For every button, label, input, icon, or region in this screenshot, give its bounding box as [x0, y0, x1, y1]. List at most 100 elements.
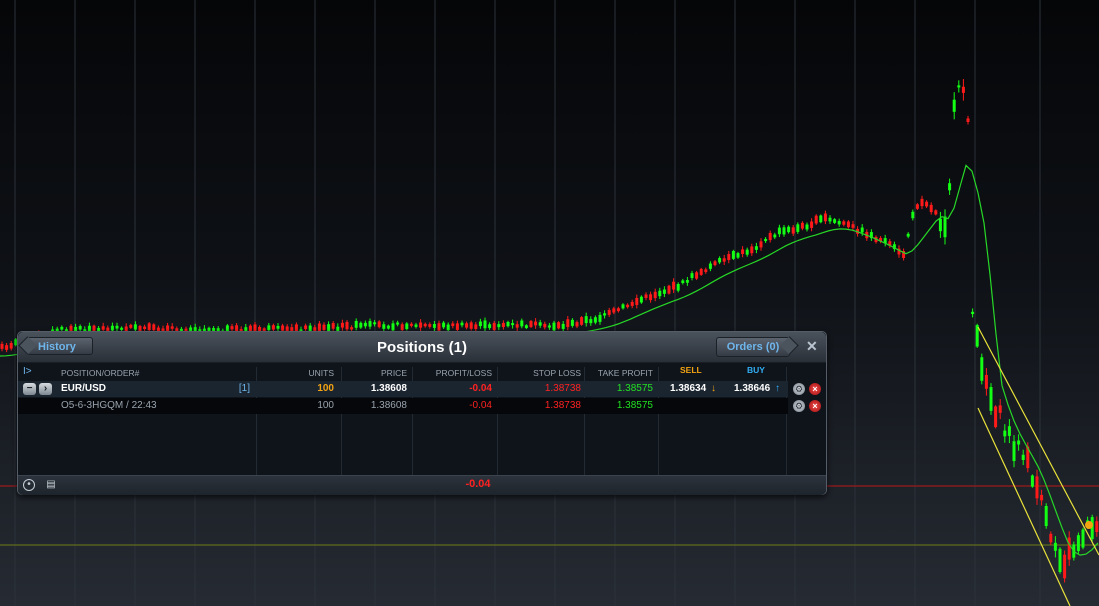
- collapse-icon[interactable]: −: [23, 383, 36, 395]
- candle-body: [386, 325, 390, 329]
- close-icon[interactable]: ✕: [806, 338, 818, 355]
- candle-body: [405, 323, 409, 330]
- chart-grid: [14, 0, 1041, 606]
- price-chart[interactable]: [0, 0, 1099, 606]
- orders-button[interactable]: Orders (0): [716, 337, 790, 357]
- column-header-stop-loss[interactable]: STOP LOSS: [502, 368, 581, 378]
- expand-arrow-icon[interactable]: ›: [39, 383, 52, 395]
- candle-body: [759, 241, 763, 248]
- position-settings-gear-icon[interactable]: ⚙: [793, 383, 805, 395]
- candle-body: [736, 253, 740, 258]
- candle-body: [1003, 430, 1007, 437]
- column-header-price[interactable]: PRICE: [348, 368, 407, 378]
- candle-body: [354, 320, 358, 328]
- candle-body: [662, 289, 666, 294]
- candle-body: [1035, 476, 1039, 499]
- candle-body: [483, 320, 487, 329]
- order-settings-gear-icon[interactable]: ⚙: [793, 400, 805, 412]
- candle-body: [377, 321, 381, 328]
- candle-body: [966, 118, 970, 122]
- candle-body: [115, 325, 119, 329]
- candle-body: [368, 321, 372, 327]
- panel-footer: • ▤ -0.04: [18, 475, 826, 495]
- candle-body: [980, 357, 984, 381]
- position-units: 100: [317, 383, 334, 394]
- candle-body: [998, 405, 1002, 413]
- candle-body: [561, 323, 565, 329]
- column-header-position[interactable]: POSITION/ORDER#: [61, 368, 139, 378]
- expand-columns-icon[interactable]: I>: [23, 366, 32, 377]
- candle-body: [396, 322, 400, 325]
- candle-body: [529, 321, 533, 327]
- candle-body: [672, 281, 676, 290]
- candle-body: [833, 219, 837, 223]
- candle-body: [538, 322, 542, 326]
- candle-body: [557, 322, 561, 329]
- settings-icon[interactable]: •: [23, 479, 35, 491]
- candle-body: [152, 324, 156, 331]
- close-position-icon[interactable]: ×: [809, 383, 821, 395]
- position-count[interactable]: [1]: [208, 381, 250, 397]
- candle-body: [823, 213, 827, 222]
- candle-body: [805, 224, 809, 230]
- candle-body: [810, 221, 814, 228]
- candle-body: [593, 317, 597, 323]
- candle-body: [1007, 426, 1011, 436]
- candle-body: [432, 324, 436, 328]
- column-header-buy[interactable]: BUY: [747, 365, 765, 375]
- position-price: 1.38608: [370, 383, 407, 394]
- candle-body: [713, 261, 717, 266]
- candle-body: [851, 224, 855, 228]
- column-header-units[interactable]: UNITS: [284, 368, 335, 378]
- candle-body: [0, 343, 4, 349]
- column-header-take-profit[interactable]: TAKE PROFIT: [588, 368, 653, 378]
- candle-body: [497, 324, 501, 328]
- order-price: 1.38608: [370, 400, 407, 411]
- candle-body: [501, 322, 505, 328]
- candle-body: [630, 301, 634, 306]
- candle-body: [603, 313, 607, 316]
- candle-body: [1040, 494, 1044, 501]
- order-row[interactable]: O5-6-3HGQM / 22:43 100 1.38608 -0.04 1.3…: [18, 398, 788, 414]
- candle-body: [607, 310, 611, 315]
- candle-body: [414, 324, 418, 327]
- candle-body: [938, 218, 942, 232]
- panel-titlebar: History Positions (1) Orders (0) ✕: [18, 332, 826, 363]
- candle-body: [78, 326, 82, 330]
- order-stop-loss[interactable]: 1.38738: [502, 398, 581, 414]
- position-stop-loss[interactable]: 1.38738: [502, 381, 581, 397]
- candle-body: [391, 323, 395, 331]
- candle-body: [777, 227, 781, 235]
- candle-body: [837, 220, 841, 225]
- candle-body: [842, 221, 846, 225]
- candle-body: [791, 227, 795, 234]
- order-take-profit[interactable]: 1.38575: [588, 398, 653, 414]
- sell-price[interactable]: 1.38634: [670, 381, 706, 397]
- candle-body: [363, 322, 367, 327]
- candle-body: [718, 258, 722, 263]
- candle-body: [129, 324, 133, 328]
- buy-price[interactable]: 1.38646: [734, 381, 770, 397]
- column-header-profit-loss[interactable]: PROFIT/LOSS: [416, 368, 492, 378]
- candle-body: [727, 254, 731, 261]
- candle-body: [322, 324, 326, 331]
- candle-body: [520, 320, 524, 327]
- order-units: 100: [317, 400, 334, 411]
- column-header-sell[interactable]: SELL: [680, 365, 702, 375]
- candle-body: [1058, 548, 1062, 572]
- candle-body: [451, 323, 455, 327]
- candle-body: [800, 222, 804, 229]
- candle-body: [1030, 475, 1034, 487]
- candle-body: [906, 233, 910, 237]
- candle-body: [465, 323, 469, 328]
- close-order-icon[interactable]: ×: [809, 400, 821, 412]
- candle-body: [423, 323, 427, 327]
- position-row[interactable]: − › EUR/USD [1] 100 1.38608 -0.04 1.3873…: [18, 381, 788, 397]
- position-take-profit[interactable]: 1.38575: [588, 381, 653, 397]
- candle-body: [764, 238, 768, 242]
- candle-body: [814, 215, 818, 224]
- candle-body: [1021, 454, 1025, 460]
- candle-body: [1081, 529, 1085, 548]
- candle-body: [911, 211, 915, 219]
- print-icon[interactable]: ▤: [45, 479, 57, 491]
